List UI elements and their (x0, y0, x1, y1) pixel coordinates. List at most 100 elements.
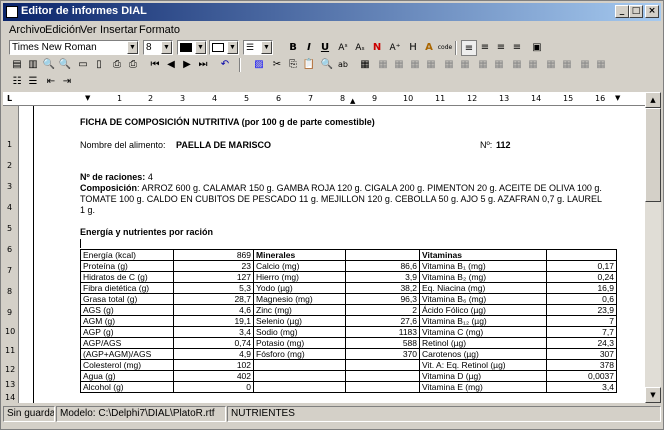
insert-table-icon[interactable]: ▦ (357, 57, 373, 73)
table-cell: Vitamina E (mg) (419, 381, 547, 393)
page-setup-icon[interactable]: ▥ (25, 57, 41, 73)
chevron-down-icon[interactable]: ▼ (161, 41, 172, 54)
save-icon[interactable]: ▣ (529, 40, 545, 56)
table-cell (253, 359, 346, 371)
indent-icon[interactable]: ⇥ (59, 74, 75, 90)
strikethrough-icon[interactable]: N (369, 40, 385, 56)
code-icon[interactable]: code (437, 40, 453, 56)
chevron-down-icon[interactable]: ▼ (195, 41, 206, 54)
status-mode: Sin guardar (3, 406, 55, 422)
align-justify-icon[interactable]: ≡ (509, 40, 525, 56)
page-width-icon[interactable]: ▯ (91, 57, 107, 73)
bold-icon[interactable]: B (285, 40, 301, 56)
undo-icon[interactable]: ↶ (217, 57, 233, 73)
document-page[interactable]: FICHA DE COMPOSICIÓN NUTRITIVA (por 100 … (33, 106, 645, 403)
table-cell: Vitamina B₁₂ (µg) (419, 315, 547, 327)
next-page-icon[interactable]: ▶ (179, 57, 195, 73)
table-height-icon[interactable]: ▦ (543, 57, 559, 73)
table-merge-icon[interactable]: ▦ (441, 57, 457, 73)
table-cell: 869 (173, 249, 254, 261)
menu-archivo[interactable]: Archivo (9, 24, 46, 36)
ruler-mark: 6 (276, 94, 282, 103)
italic-icon[interactable]: I (301, 40, 317, 56)
font-color-icon[interactable]: A (421, 40, 437, 56)
border-icon: ☰ (246, 42, 255, 52)
outdent-icon[interactable]: ⇤ (43, 74, 59, 90)
text-color-select[interactable]: ▼ (177, 40, 207, 55)
menu-edicion[interactable]: Edición (45, 24, 81, 36)
menu-insertar[interactable]: Insertar (100, 24, 137, 36)
ruler-tab-marker[interactable]: ▲ (350, 97, 355, 105)
copy-icon[interactable]: ⎘ (285, 57, 301, 73)
underline-icon[interactable]: U (317, 40, 333, 56)
subscript-icon[interactable]: Aₛ (352, 40, 368, 56)
ruler-mark: 8 (340, 94, 346, 103)
close-button[interactable]: × (645, 5, 659, 18)
zoom-in-icon[interactable]: 🔍 (41, 57, 57, 73)
numbered-list-icon[interactable]: ☷ (9, 74, 25, 90)
find-icon[interactable]: 🔍 (319, 57, 335, 73)
print-setup-icon[interactable]: ⎙ (125, 57, 141, 73)
insert-image-icon[interactable]: ▨ (251, 57, 267, 73)
table-cell: 127 (173, 271, 254, 283)
table-delete-row-icon[interactable]: ▦ (407, 57, 423, 73)
ruler-indent-marker[interactable]: ▼ (85, 94, 90, 102)
cut-icon[interactable]: ✂ (269, 57, 285, 73)
menu-formato[interactable]: Formato (139, 24, 180, 36)
align-center-icon[interactable]: ≡ (477, 40, 493, 56)
table-cell: 378 (546, 359, 617, 371)
align-left-icon[interactable]: ≡ (461, 40, 477, 56)
table-delete-col-icon[interactable]: ▦ (423, 57, 439, 73)
maximize-button[interactable]: □ (629, 5, 643, 18)
font-size-icon[interactable]: A⁺ (387, 40, 403, 56)
ruler-mark: 7 (308, 94, 314, 103)
app-window: Editor de informes DIAL _ □ × Archivo Ed… (0, 0, 664, 430)
scroll-thumb[interactable] (645, 108, 661, 202)
table-insert-col-icon[interactable]: ▦ (391, 57, 407, 73)
table-split-icon[interactable]: ▦ (457, 57, 473, 73)
table-align-icon[interactable]: ▦ (577, 57, 593, 73)
vertical-scrollbar[interactable]: ▲ ▼ (645, 92, 661, 403)
preview-icon[interactable]: ▭ (75, 57, 91, 73)
zoom-out-icon[interactable]: 🔍 (57, 57, 73, 73)
chevron-down-icon[interactable]: ▼ (227, 41, 238, 54)
align-right-icon[interactable]: ≡ (493, 40, 509, 56)
scroll-down-icon[interactable]: ▼ (645, 387, 661, 403)
table-insert-row-icon[interactable]: ▦ (375, 57, 391, 73)
prev-page-icon[interactable]: ◀ (163, 57, 179, 73)
table-cell: Colesterol (mg) (80, 359, 174, 371)
first-page-icon[interactable]: ⏮ (147, 57, 163, 73)
horizontal-ruler[interactable]: L ▼ 1 2 3 4 5 6 7 8 ▲ 9 10 11 12 13 14 1… (3, 92, 645, 106)
table-props-icon[interactable]: ▦ (491, 57, 507, 73)
table-cell: 7,7 (546, 326, 617, 338)
print-icon[interactable]: ⎙ (109, 57, 125, 73)
composition-line-1: Composición: ARROZ 600 g. CALAMAR 150 g.… (80, 183, 602, 193)
replace-icon[interactable]: ab (335, 57, 351, 73)
last-page-icon[interactable]: ⏭ (195, 57, 211, 73)
document-area[interactable]: FICHA DE COMPOSICIÓN NUTRITIVA (por 100 … (19, 106, 645, 403)
chevron-down-icon[interactable]: ▼ (261, 41, 272, 54)
minimize-button[interactable]: _ (615, 5, 629, 18)
scroll-up-icon[interactable]: ▲ (645, 92, 661, 108)
font-size-select[interactable]: 8 ▼ (143, 40, 173, 55)
superscript-icon[interactable]: Aˢ (335, 40, 351, 56)
table-select-icon[interactable]: ▦ (509, 57, 525, 73)
border-select[interactable]: ☰ ▼ (243, 40, 273, 55)
menu-ver[interactable]: Ver (80, 24, 97, 36)
font-name-select[interactable]: Times New Roman ▼ (9, 40, 139, 55)
paragraph-toolbar: ☷ ☰ ⇤ ⇥ (3, 73, 661, 91)
status-bar: Sin guardar Modelo: C:\Delphi7\DIAL\Plat… (3, 404, 661, 424)
composition-line-3: 1 g. (80, 205, 96, 215)
table-border-icon[interactable]: ▦ (475, 57, 491, 73)
background-color-select[interactable]: ▼ (209, 40, 239, 55)
bullet-list-icon[interactable]: ☰ (25, 74, 41, 90)
ruler-right-indent-marker[interactable]: ▼ (615, 94, 620, 102)
paste-icon[interactable]: 📋 (301, 57, 317, 73)
chevron-down-icon[interactable]: ▼ (127, 41, 138, 54)
ruler-toggle-icon[interactable]: ▤ (9, 57, 25, 73)
table-grid-icon[interactable]: ▦ (525, 57, 541, 73)
highlight-icon[interactable]: H (405, 40, 421, 56)
table-delete-icon[interactable]: ▦ (593, 57, 609, 73)
table-width-icon[interactable]: ▦ (559, 57, 575, 73)
number-label: Nº: (480, 140, 493, 150)
